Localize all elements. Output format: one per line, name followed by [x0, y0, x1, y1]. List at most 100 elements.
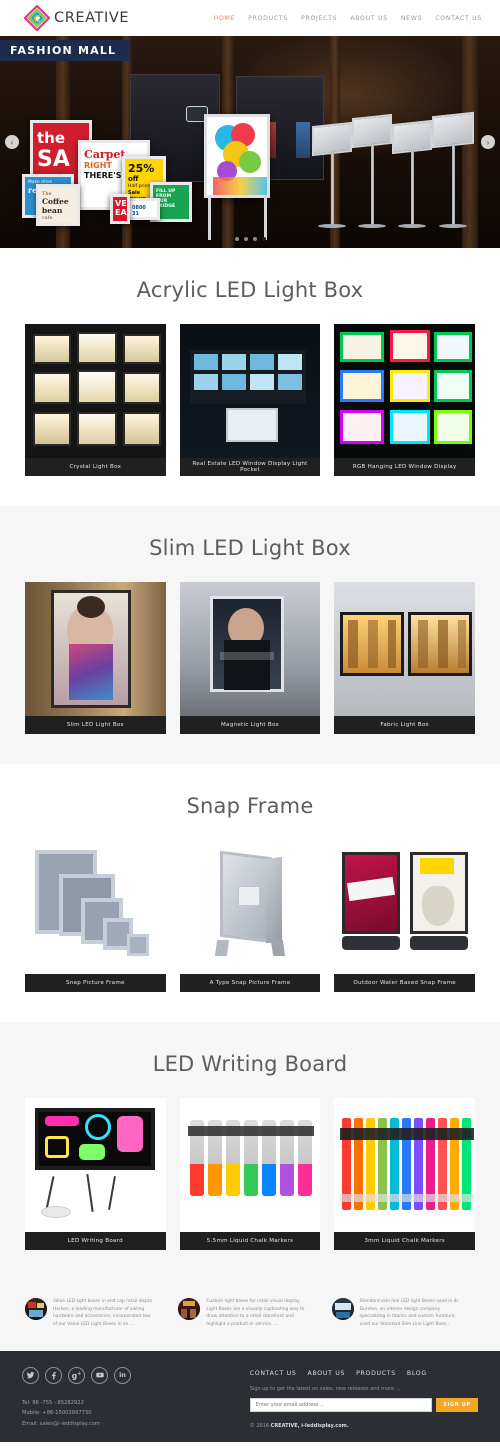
footer-tel: Tel: 86 -755 - 85282922 [22, 1399, 84, 1406]
product-card-fabric-light-box[interactable]: Fabric Light Box [334, 582, 476, 734]
poster-text: cafe [42, 215, 53, 221]
youtube-icon[interactable] [91, 1366, 108, 1384]
news-line: specializing in fabrics and custom furni… [359, 1314, 456, 1320]
carousel-dot[interactable] [243, 237, 248, 241]
copyright-prefix: © 2016 [249, 1422, 271, 1429]
sign-up-button[interactable]: SIGN UP [436, 1397, 478, 1412]
hero-banner-label: FASHION MALL [0, 40, 131, 61]
nav-item-projects[interactable]: PROJECTS [301, 15, 337, 22]
main-nav: HOME PRODUCTS PROJECTS ABOUT US NEWS CON… [214, 15, 486, 22]
news-line: used our Standard Slim Line Light Boxe..… [359, 1322, 451, 1328]
product-card-crystal-light-box[interactable]: Crystal Light Box [25, 324, 166, 476]
product-caption: RGB Hanging LED Window Display [334, 458, 476, 476]
footer-nav: CONTACT US ABOUT US PRODUCTS BLOG [250, 1370, 478, 1377]
hero-a-frame-display [204, 114, 270, 198]
section-slim-led-light-box: Slim LED Light Box Slim LED Light Box Ma… [0, 506, 500, 764]
footer-nav-contact-us[interactable]: CONTACT US [250, 1370, 297, 1377]
product-image [179, 1098, 321, 1232]
footer-nav-about-us[interactable]: ABOUT US [308, 1370, 346, 1377]
footer-mobile: Mobile: +86-15003897730 [22, 1410, 92, 1417]
facebook-icon[interactable] [45, 1366, 62, 1384]
carousel-next-button[interactable]: › [481, 135, 495, 149]
product-caption: LED Writing Board [25, 1232, 166, 1250]
product-image [179, 840, 321, 974]
nav-item-about-us[interactable]: ABOUT US [350, 15, 388, 22]
footer-nav-blog[interactable]: BLOG [407, 1370, 427, 1377]
poster-text: EA [115, 208, 127, 217]
poster-text: 25% [128, 162, 155, 175]
product-card-magnetic-light-box[interactable]: Magnetic Light Box [179, 582, 321, 734]
copyright-brand: CREATIVE, i-leddisplay.com. [270, 1422, 349, 1429]
nav-item-home[interactable]: HOME [214, 15, 236, 22]
logo[interactable]: C CREATIVE [23, 4, 130, 32]
google-plus-icon[interactable]: g+ [68, 1366, 85, 1384]
product-caption: 5.5mm Liquid Chalk Markers [179, 1232, 321, 1250]
product-card-outdoor-water-based-snap-frame[interactable]: Outdoor Water Based Snap Frame [334, 840, 476, 992]
hero-sign-stand-board [312, 121, 352, 157]
product-image [334, 1098, 476, 1232]
poster-text: FILL UP FROM [156, 189, 176, 199]
section-title: Acrylic LED Light Box [136, 278, 364, 302]
social-links: g+ in [22, 1366, 232, 1384]
poster-text: The [42, 191, 52, 197]
poster-text: bean [42, 206, 63, 215]
news-line: hardware and accessories, incorporated t… [53, 1314, 151, 1320]
news-line: Custom light boxes for retail visual dis… [206, 1299, 300, 1304]
product-image [25, 324, 166, 458]
product-caption: 3mm Liquid Chalk Markers [334, 1232, 476, 1250]
footer-left-column: g+ in Tel: 86 -755 - 85282922 Mobile: +8… [22, 1366, 232, 1430]
newsletter-note: Sign up to get the latest on sales, new … [249, 1385, 401, 1392]
carousel-dot-active[interactable] [261, 237, 266, 241]
footer-nav-products[interactable]: PRODUCTS [356, 1370, 396, 1377]
hero-poster-phone: 0800 31 [126, 198, 160, 220]
carousel-dot[interactable] [234, 237, 239, 241]
copyright: © 2016 CREATIVE, i-leddisplay.com. [250, 1423, 478, 1429]
poster-text: VE [115, 199, 127, 208]
news-thumbnail [178, 1298, 201, 1320]
product-image [334, 582, 476, 716]
product-card-led-writing-board[interactable]: LED Writing Board [25, 1098, 166, 1250]
hero-sign-stand-board [392, 119, 432, 155]
news-line: Standard slim line LED light Boxes used … [359, 1299, 459, 1304]
product-image [179, 324, 321, 458]
product-caption: Magnetic Light Box [179, 716, 321, 734]
logo-text: CREATIVE [54, 10, 130, 26]
news-snippet[interactable]: Value LED light boxes in end cap retail … [25, 1298, 168, 1329]
news-line: draw attention to a retail storefront an… [206, 1314, 294, 1320]
product-card-rgb-hanging-display[interactable]: RGB Hanging LED Window Display [334, 324, 476, 476]
product-image [25, 1098, 166, 1232]
svg-text:C: C [33, 14, 40, 25]
footer-email: Email: sales@i-leddisplay.com [22, 1421, 100, 1428]
linkedin-icon[interactable]: in [114, 1366, 131, 1384]
news-snippet-text: Custom light boxes for retail visual dis… [206, 1298, 304, 1329]
site-header: C CREATIVE HOME PRODUCTS PROJECTS ABOUT … [0, 0, 500, 36]
product-image [25, 840, 166, 974]
hero-poster-coffee-bean: The Coffee bean cafe [36, 184, 80, 226]
carousel-dot[interactable] [252, 237, 257, 241]
product-card-row: Crystal Light Box Real Estate LED Window [0, 324, 500, 476]
product-caption: Crystal Light Box [25, 458, 166, 476]
hero-sign-stand-board [432, 111, 474, 149]
hero-carousel[interactable]: FASHION MALL the SA Carpet RIGHT THERE'S… [0, 36, 500, 248]
section-snap-frame: Snap Frame Snap Picture Frame A Type Sna… [0, 764, 500, 1022]
nav-item-contact-us[interactable]: CONTACT US [435, 15, 482, 22]
product-caption: Outdoor Water Based Snap Frame [334, 974, 476, 992]
nav-item-news[interactable]: NEWS [401, 15, 422, 22]
email-input[interactable] [249, 1397, 432, 1412]
product-card-55mm-chalk-markers[interactable]: 5.5mm Liquid Chalk Markers [179, 1098, 321, 1250]
product-caption: Slim LED Light Box [25, 716, 166, 734]
product-card-slim-led-light-box[interactable]: Slim LED Light Box [25, 582, 166, 734]
nav-item-products[interactable]: PRODUCTS [248, 15, 288, 22]
product-card-snap-picture-frame[interactable]: Snap Picture Frame [25, 840, 166, 992]
product-card-3mm-chalk-markers[interactable]: 3mm Liquid Chalk Markers [334, 1098, 476, 1250]
carousel-prev-button[interactable]: ‹ [5, 135, 19, 149]
product-card-real-estate-light-pocket[interactable]: Real Estate LED Window Display Light Poc… [179, 324, 321, 476]
news-line: Value LED light boxes in end cap retail … [53, 1299, 152, 1304]
news-line: Duralee, an interior design company [359, 1306, 441, 1312]
newsletter-form: SIGN UP [249, 1397, 478, 1412]
news-snippet[interactable]: Standard slim line LED light Boxes used … [331, 1298, 475, 1329]
carousel-dots [0, 237, 500, 241]
product-card-a-type-snap-frame[interactable]: A Type Snap Picture Frame [179, 840, 321, 992]
twitter-icon[interactable] [22, 1366, 39, 1384]
news-snippet[interactable]: Custom light boxes for retail visual dis… [178, 1298, 321, 1329]
